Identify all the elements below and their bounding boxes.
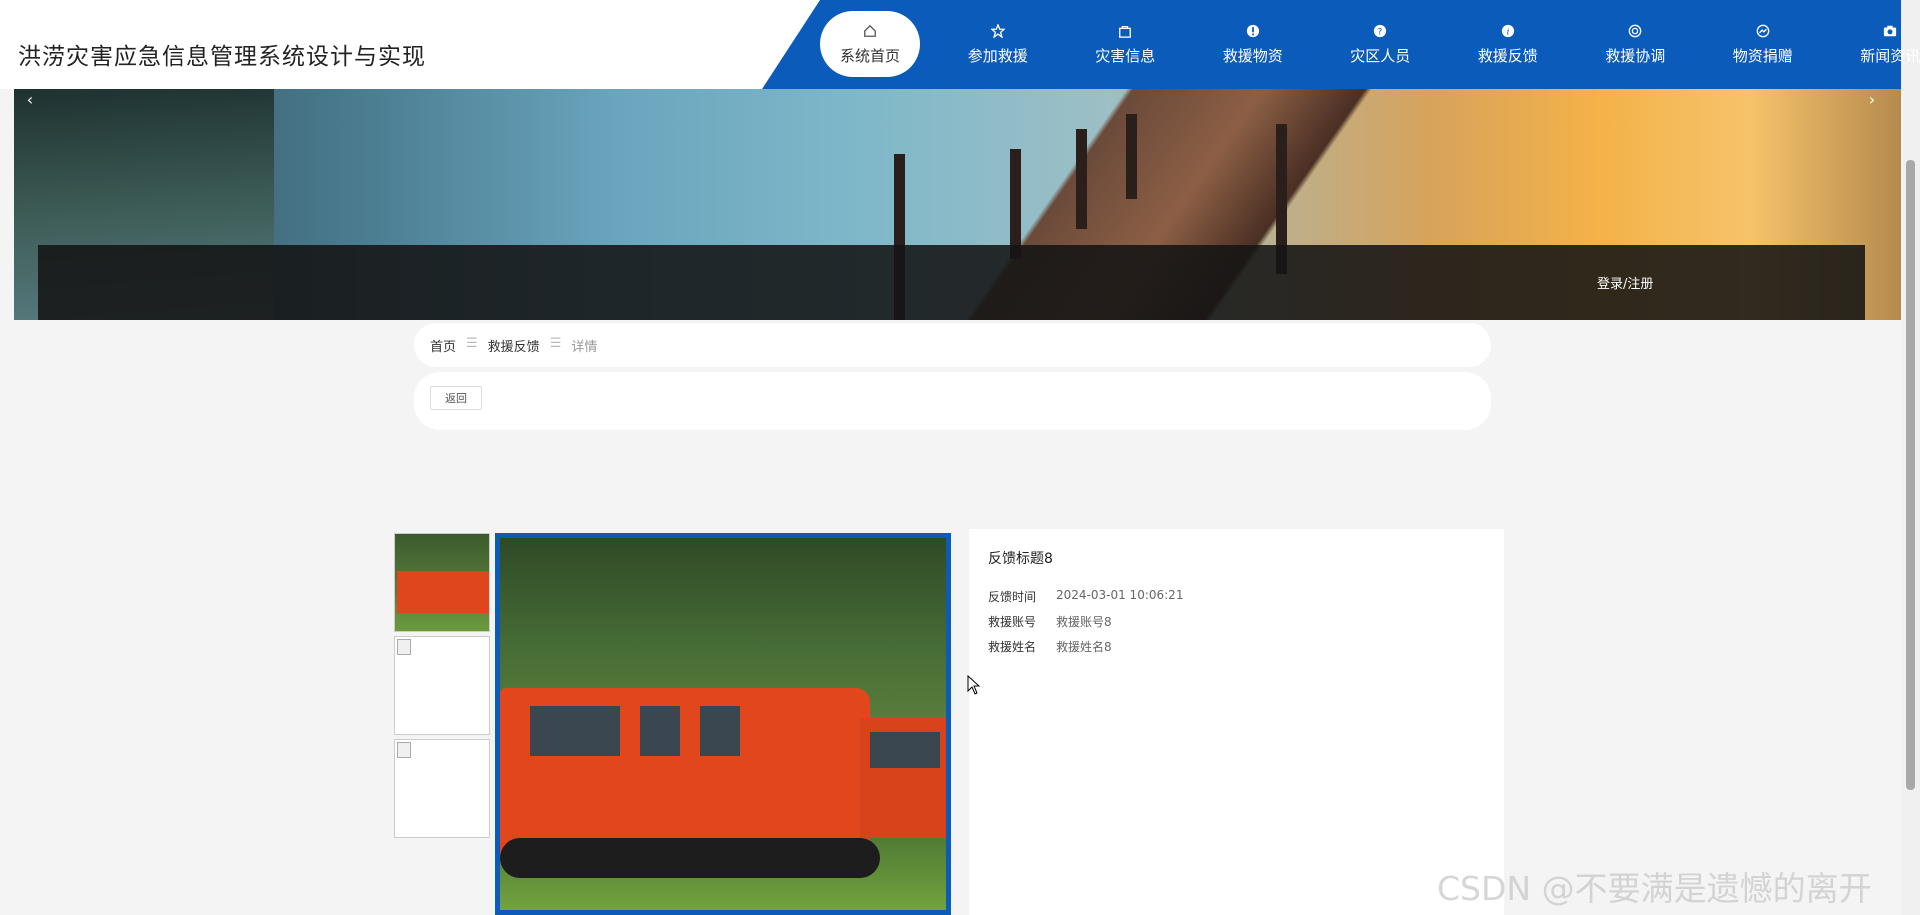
breadcrumb-separator: ☰ bbox=[466, 336, 478, 351]
broken-image-icon bbox=[397, 742, 411, 758]
nav-item-disaster-info[interactable]: 灾害信息 bbox=[1062, 11, 1190, 77]
dock-post bbox=[1126, 114, 1137, 199]
carousel-prev-button[interactable]: ‹ bbox=[16, 85, 44, 113]
nav-item-rescue-coordination[interactable]: 救援协调 bbox=[1572, 11, 1700, 77]
target-icon bbox=[1627, 23, 1643, 39]
broken-image-icon bbox=[397, 639, 411, 655]
svg-text:i: i bbox=[1506, 27, 1509, 37]
truck-illustration-2 bbox=[860, 718, 946, 838]
nav-item-rescue-feedback[interactable]: i 救援反馈 bbox=[1444, 11, 1572, 77]
nav-item-rescue-supplies[interactable]: 救援物资 bbox=[1189, 11, 1317, 77]
bag-icon bbox=[1117, 23, 1133, 39]
breadcrumb-home[interactable]: 首页 bbox=[430, 336, 456, 355]
detail-field-time: 反馈时间 2024-03-01 10:06:21 bbox=[988, 588, 1184, 604]
thumbnail-3[interactable] bbox=[394, 739, 490, 838]
breadcrumb-current: 详情 bbox=[571, 340, 598, 355]
breadcrumb-separator: ☰ bbox=[549, 336, 562, 351]
page-scrollbar[interactable] bbox=[1901, 0, 1920, 915]
truck-illustration bbox=[500, 688, 870, 858]
detail-panel: 反馈标题8 反馈时间 2024-03-01 10:06:21 救援账号 救援账号… bbox=[969, 529, 1504, 915]
info-circle-icon: i bbox=[1500, 23, 1516, 39]
breadcrumb: 首页 ☰ 救援反馈 ☰ 详情 bbox=[414, 323, 1491, 367]
truck-track bbox=[500, 838, 880, 878]
header: 洪涝灾害应急信息管理系统设计与实现 系统首页 参加救援 灾害信息 救援物资 ? … bbox=[0, 0, 1920, 89]
back-button[interactable]: 返回 bbox=[430, 386, 482, 410]
site-title: 洪涝灾害应急信息管理系统设计与实现 bbox=[18, 44, 426, 70]
nav-item-join-rescue[interactable]: 参加救援 bbox=[934, 11, 1062, 77]
detail-field-account: 救援账号 救援账号8 bbox=[988, 615, 1112, 629]
main-nav: 系统首页 参加救援 灾害信息 救援物资 ? 灾区人员 i 救援反馈 救援协调 物… bbox=[820, 11, 1920, 77]
back-bar: 返回 bbox=[414, 372, 1491, 430]
login-register-link[interactable]: 登录/注册 bbox=[1597, 273, 1653, 292]
thumbnail-image bbox=[395, 534, 489, 631]
svg-text:?: ? bbox=[1378, 27, 1383, 37]
home-icon bbox=[862, 23, 878, 39]
nav-item-disaster-people[interactable]: ? 灾区人员 bbox=[1317, 11, 1445, 77]
thumbnail-1[interactable] bbox=[394, 533, 490, 632]
star-icon bbox=[990, 23, 1006, 39]
dock-post bbox=[1010, 149, 1021, 259]
breadcrumb-section[interactable]: 救援反馈 bbox=[488, 336, 540, 355]
scrollbar-thumb[interactable] bbox=[1906, 160, 1915, 790]
gauge-icon bbox=[1755, 23, 1771, 39]
thumbnail-list bbox=[394, 533, 490, 842]
question-circle-icon: ? bbox=[1372, 23, 1388, 39]
nav-item-news[interactable]: 新闻资讯 bbox=[1827, 11, 1920, 77]
main-image bbox=[495, 533, 951, 915]
exclamation-circle-icon bbox=[1245, 23, 1261, 39]
nav-item-donation[interactable]: 物资捐赠 bbox=[1699, 11, 1827, 77]
camera-icon bbox=[1882, 23, 1898, 39]
detail-title: 反馈标题8 bbox=[988, 551, 1053, 567]
nav-item-home[interactable]: 系统首页 bbox=[820, 11, 920, 77]
carousel-next-button[interactable]: › bbox=[1858, 85, 1886, 113]
watermark: CSDN @不要满是遗憾的离开 bbox=[1437, 869, 1872, 908]
dock-post bbox=[1076, 129, 1087, 229]
thumbnail-2[interactable] bbox=[394, 636, 490, 735]
detail-field-name: 救援姓名 救援姓名8 bbox=[988, 640, 1112, 654]
banner-overlay bbox=[38, 245, 1865, 320]
